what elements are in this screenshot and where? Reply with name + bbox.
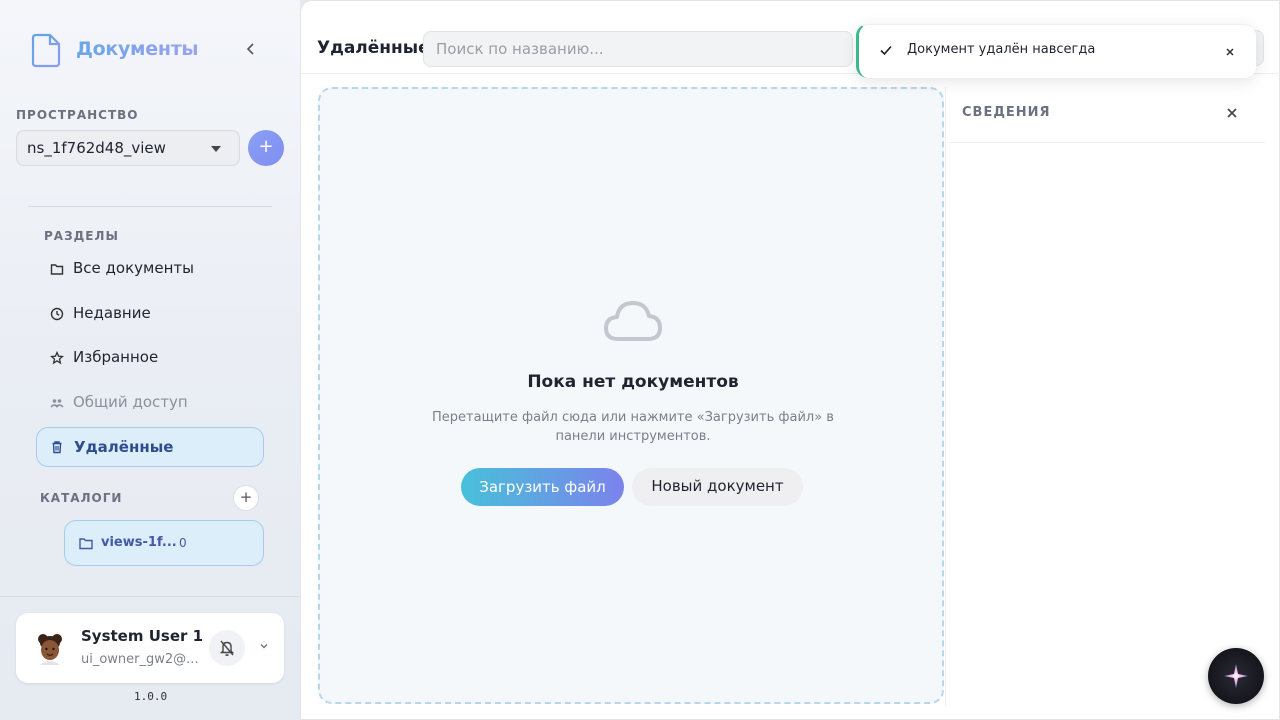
sidebar-item-label: Удалённые: [74, 438, 174, 456]
trash-icon: [52, 441, 62, 454]
file-dropzone[interactable]: Пока нет документов Перетащите файл сюда…: [318, 87, 944, 704]
new-document-button[interactable]: Новый документ: [632, 468, 803, 506]
catalogs-label: КАТАЛОГИ: [40, 491, 123, 505]
details-panel-title: СВЕДЕНИЯ: [962, 105, 1051, 120]
star-icon: [50, 351, 64, 365]
sidebar-item-label: Недавние: [73, 304, 151, 322]
chevron-down-icon[interactable]: [259, 641, 269, 651]
notifications-button[interactable]: [209, 630, 245, 666]
sidebar-item-shared[interactable]: Общий доступ: [36, 383, 264, 423]
user-card[interactable]: System User 1 ui_owner_gw2@...: [16, 613, 284, 683]
assistant-button[interactable]: [1208, 648, 1264, 704]
folder-icon: [50, 264, 64, 275]
document-logo-icon: [31, 33, 61, 68]
details-header-divider: [949, 142, 1265, 143]
cloud-icon: [604, 301, 662, 341]
sparkle-icon: [1224, 664, 1248, 688]
sidebar-item-recent[interactable]: Недавние: [36, 294, 264, 334]
sidebar: Документы ПРОСТРАНСТВО ns_1f762d48_view …: [0, 0, 300, 720]
add-catalog-button[interactable]: +: [233, 485, 259, 511]
user-email: ui_owner_gw2@...: [81, 652, 199, 667]
search-input[interactable]: [423, 31, 853, 67]
details-panel-divider: [945, 87, 946, 707]
catalog-count: 0: [179, 536, 187, 550]
sidebar-divider: [28, 206, 272, 207]
add-workspace-button[interactable]: +: [248, 130, 284, 166]
app-version: 1.0.0: [134, 690, 168, 703]
empty-state-title: Пока нет документов: [527, 372, 739, 392]
workspace-value: ns_1f762d48_view: [27, 139, 166, 157]
avatar: [38, 634, 62, 665]
sidebar-item-label: Избранное: [73, 348, 159, 366]
sidebar-item-deleted[interactable]: Удалённые: [36, 427, 264, 467]
sidebar-item-all-documents[interactable]: Все документы: [36, 249, 264, 289]
caret-down-icon: [211, 146, 221, 152]
main-panel: Удалённые Пока нет документов Перетащите…: [300, 0, 1280, 720]
empty-state-description: Перетащите файл сюда или нажмите «Загруз…: [432, 410, 834, 444]
catalog-name: views-1f...: [101, 535, 177, 550]
workspace-select[interactable]: ns_1f762d48_view: [16, 130, 240, 166]
bell-off-icon: [219, 640, 235, 656]
toast-message: Документ удалён навсегда: [907, 42, 1096, 57]
users-icon: [50, 399, 64, 408]
catalog-item[interactable]: views-1f... 0: [64, 520, 264, 566]
sidebar-item-label: Общий доступ: [73, 393, 188, 411]
close-icon[interactable]: [1225, 106, 1239, 120]
chevron-left-icon: [246, 43, 254, 55]
sidebar-footer-divider: [0, 596, 300, 597]
sidebar-item-favorites[interactable]: Избранное: [36, 338, 264, 378]
user-name: System User 1: [81, 627, 204, 645]
folder-icon: [79, 538, 93, 550]
clock-icon: [50, 307, 64, 321]
toast-notification: Документ удалён навсегда: [856, 24, 1256, 78]
check-icon: [880, 45, 892, 56]
sections-label: РАЗДЕЛЫ: [44, 229, 119, 243]
collapse-sidebar-button[interactable]: [246, 40, 262, 60]
app-title: Документы: [76, 38, 199, 60]
workspace-label: ПРОСТРАНСТВО: [16, 108, 139, 122]
sidebar-item-label: Все документы: [73, 259, 194, 277]
upload-file-button[interactable]: Загрузить файл: [461, 468, 624, 506]
toast-close-icon[interactable]: [1225, 47, 1235, 57]
page-title: Удалённые: [317, 38, 430, 58]
